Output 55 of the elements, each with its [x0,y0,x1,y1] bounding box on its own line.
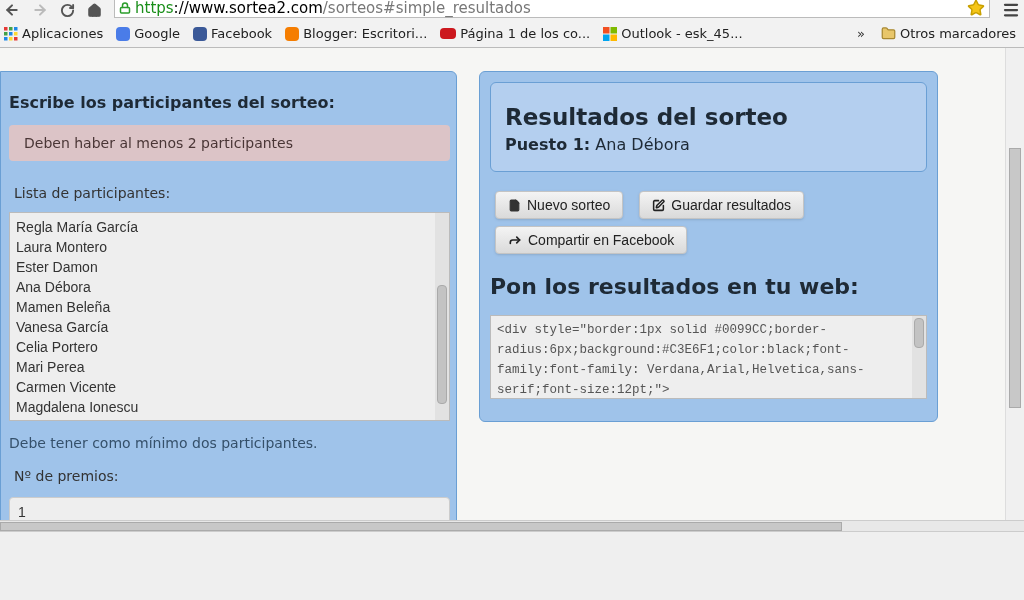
other-bookmarks-folder[interactable]: Otros marcadores [880,23,1016,44]
code-line: <div style="border:1px solid #0099CC;border- [497,322,829,339]
participant-name: Magdalena Ionescu [16,398,140,417]
panel-heading: Escribe los participantes del sorteo: [9,92,336,114]
menu-icon[interactable] [1002,1,1020,19]
page-scrollbar[interactable] [1005,48,1024,520]
action-button[interactable]: Nuevo sorteo [495,191,624,219]
prizes-input[interactable]: 1 [9,497,450,520]
folder-icon [880,26,896,41]
participant-name: Ana Débora [16,278,92,297]
bookmark-link[interactable]: Página 1 de los co... [440,23,591,44]
winner-text: Puesto 1: Ana Débora [505,134,691,156]
embed-heading: Pon los resultados en tu web: [490,273,860,301]
apps-grid-icon [4,26,18,41]
participant-name: Vanesa García [16,318,110,337]
participant-name: Celia Portero [16,338,99,357]
back-icon[interactable] [4,2,20,18]
forward-icon[interactable] [32,2,48,18]
field-label: Lista de participantes: [14,184,172,203]
results-title: Resultados del sorteo [505,103,789,131]
participant-name: Carmen Vicente [16,378,118,397]
participant-name: Regla María García [16,218,140,237]
share-arrow-icon [508,233,522,247]
action-button[interactable]: Compartir en Facebook [495,226,688,254]
embed-code-textarea[interactable]: <div style="border:1px solid #0099CC;border- radius:6px;background:#C3E6F1;color:black;font- family:font-family: Verdana,Arial,Helvetica,sans- serif;font-size:12pt;"> [490,315,927,399]
participant-name: Laura Montero [16,238,109,257]
windows-logo-icon [603,26,618,41]
reload-icon[interactable] [60,2,75,18]
error-alert: Deben haber al menos 2 participantes [9,125,450,161]
address-bar[interactable]: https://www.sortea2.com/sorteos#simple_resultados [114,0,990,18]
file-icon [508,198,521,212]
lock-icon [119,2,131,14]
edit-icon [652,198,666,212]
horizontal-scrollbar[interactable] [0,520,1024,532]
field-label: Nº de premios: [14,467,120,486]
bookmark-link[interactable]: Google [116,23,181,44]
scrollbar[interactable] [435,213,449,420]
home-icon[interactable] [87,2,102,18]
code-line: radius:6px;background:#C3E6F1;color:black;font- [497,342,851,359]
participant-name: Ester Damon [16,258,99,277]
hint-text: Debe tener como mínimo dos participantes. [9,434,319,453]
url-text: https://www.sortea2.com/sorteos#simple_resultados [135,0,531,19]
participant-name: Mari Perea [16,358,86,377]
bookmark-link[interactable]: Facebook [193,23,273,44]
bookmark-star-icon[interactable] [967,0,985,17]
code-line: serif;font-size:12pt;"> [497,382,671,398]
bookmark-link[interactable]: Outlook - esk_45... [603,23,743,44]
scrollbar[interactable] [912,316,926,398]
participants-textarea[interactable]: Regla María García Laura Montero Ester Damon Ana Débora Mamen Beleña Vanesa García Celia Portero Mari Perea Carmen Vicente Magdalena Ionescu [9,212,450,421]
code-line: family:font-family: Verdana,Arial,Helvetica,sans- [497,362,866,379]
bookmark-link[interactable]: Blogger: Escritori... [285,23,428,44]
participant-name: Mamen Beleña [16,298,112,317]
bookmark-link[interactable]: Aplicaciones [4,23,104,44]
action-button[interactable]: Guardar resultados [639,191,805,219]
more-bookmarks-chevron[interactable]: » [856,23,865,44]
